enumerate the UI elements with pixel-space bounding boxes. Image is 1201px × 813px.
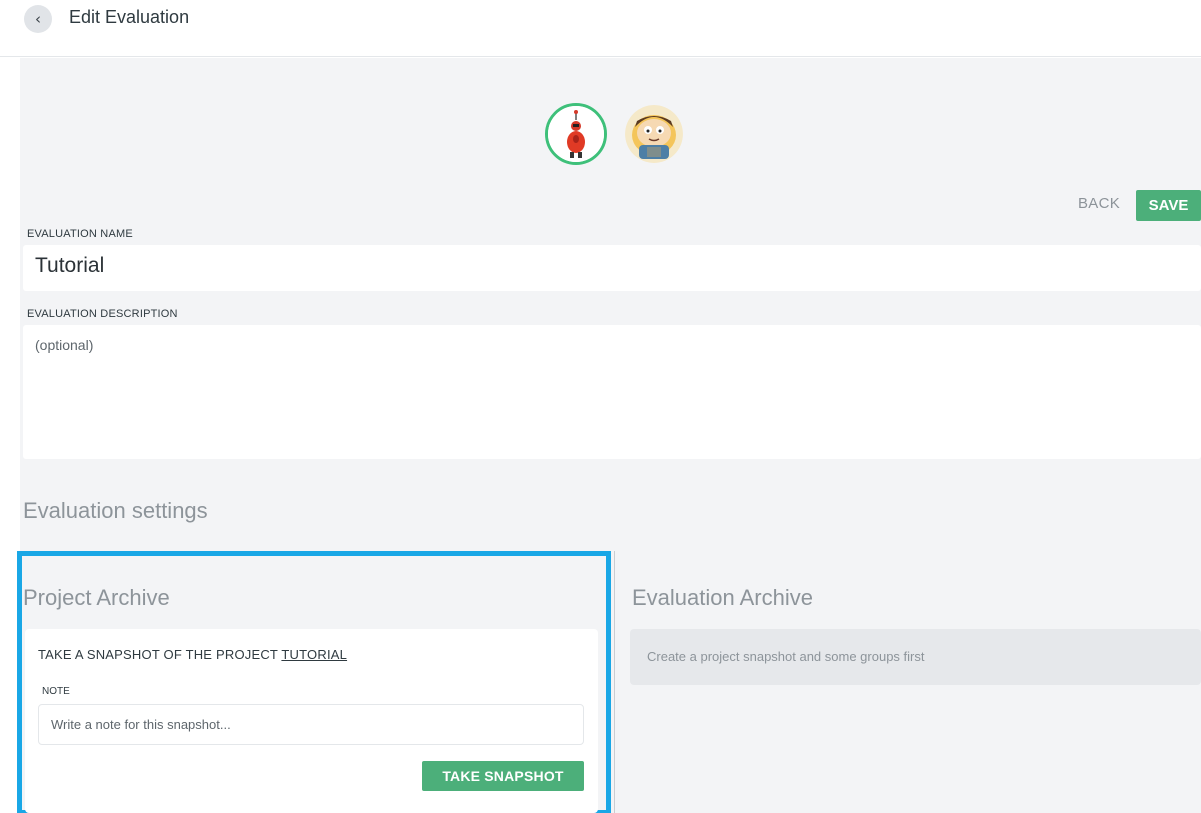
- evaluation-settings-title: Evaluation settings: [23, 498, 208, 523]
- evaluation-description-input[interactable]: (optional): [23, 325, 1201, 459]
- robot-avatar[interactable]: [545, 103, 607, 165]
- evaluation-archive-title: Evaluation Archive: [632, 585, 813, 610]
- note-label: NOTE: [42, 686, 70, 697]
- save-button[interactable]: SAVE: [1136, 190, 1201, 221]
- evaluation-name-label: EVALUATION NAME: [27, 228, 133, 240]
- take-snapshot-button[interactable]: TAKE SNAPSHOT: [422, 761, 584, 791]
- back-arrow-button[interactable]: ‹: [24, 5, 52, 33]
- top-bar: ‹ Edit Evaluation: [0, 0, 1201, 57]
- main-content: BACK SAVE EVALUATION NAME Tutorial EVALU…: [17, 58, 1201, 813]
- project-link[interactable]: TUTORIAL: [281, 647, 347, 662]
- robot-avatar-icon: [548, 106, 604, 162]
- boy-avatar[interactable]: [625, 105, 683, 163]
- snapshot-card: TAKE A SNAPSHOT OF THE PROJECT TUTORIAL …: [25, 629, 598, 813]
- chevron-left-icon: ‹: [35, 10, 41, 28]
- evaluation-archive-empty: Create a project snapshot and some group…: [630, 629, 1201, 685]
- archive-divider: [614, 551, 615, 813]
- back-button[interactable]: BACK: [1078, 195, 1120, 212]
- evaluation-name-input[interactable]: Tutorial: [23, 245, 1201, 291]
- boy-avatar-icon: [625, 105, 683, 163]
- snapshot-heading: TAKE A SNAPSHOT OF THE PROJECT TUTORIAL: [38, 647, 347, 662]
- evaluation-description-label: EVALUATION DESCRIPTION: [27, 308, 178, 320]
- snapshot-note-input[interactable]: Write a note for this snapshot...: [38, 704, 584, 745]
- snapshot-heading-text: TAKE A SNAPSHOT OF THE PROJECT: [38, 647, 282, 662]
- page-title: Edit Evaluation: [69, 7, 190, 27]
- project-archive-title: Project Archive: [23, 585, 170, 610]
